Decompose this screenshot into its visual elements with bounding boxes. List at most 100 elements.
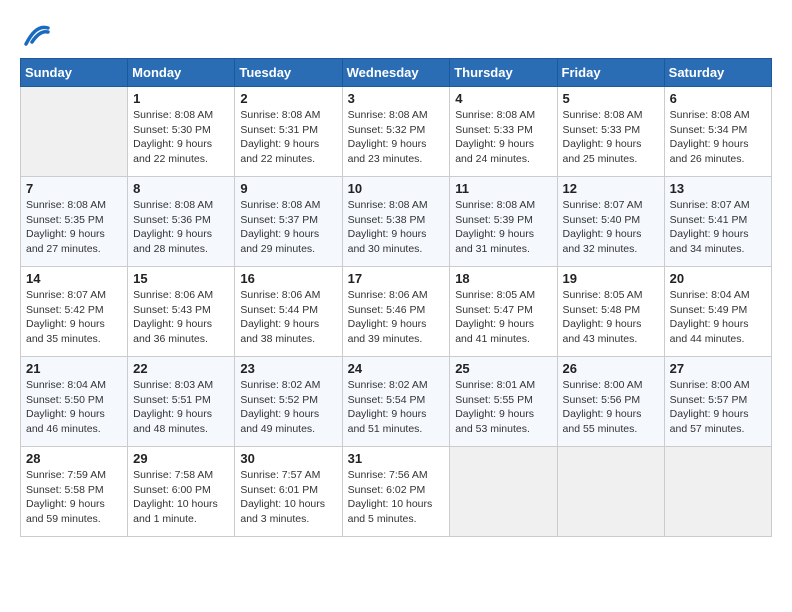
sunset-label: Sunset: 5:55 PM — [455, 394, 533, 406]
calendar-cell — [450, 447, 557, 537]
day-number: 16 — [240, 271, 336, 286]
day-number: 14 — [26, 271, 122, 286]
calendar-cell: 20 Sunrise: 8:04 AM Sunset: 5:49 PM Dayl… — [664, 267, 771, 357]
day-number: 17 — [348, 271, 445, 286]
daylight-label: Daylight: 9 hours and 49 minutes. — [240, 408, 319, 435]
day-info: Sunrise: 8:02 AM Sunset: 5:52 PM Dayligh… — [240, 378, 336, 437]
sunrise-label: Sunrise: 8:08 AM — [133, 199, 213, 211]
day-number: 20 — [670, 271, 766, 286]
page-header — [20, 20, 772, 48]
day-number: 31 — [348, 451, 445, 466]
column-header-thursday: Thursday — [450, 59, 557, 87]
day-info: Sunrise: 8:08 AM Sunset: 5:31 PM Dayligh… — [240, 108, 336, 167]
sunset-label: Sunset: 5:54 PM — [348, 394, 426, 406]
sunrise-label: Sunrise: 8:08 AM — [348, 109, 428, 121]
sunrise-label: Sunrise: 8:08 AM — [455, 109, 535, 121]
calendar-cell: 6 Sunrise: 8:08 AM Sunset: 5:34 PM Dayli… — [664, 87, 771, 177]
day-number: 4 — [455, 91, 551, 106]
calendar-cell: 4 Sunrise: 8:08 AM Sunset: 5:33 PM Dayli… — [450, 87, 557, 177]
sunrise-label: Sunrise: 8:06 AM — [240, 289, 320, 301]
daylight-label: Daylight: 9 hours and 43 minutes. — [563, 318, 642, 345]
day-number: 15 — [133, 271, 229, 286]
calendar-cell: 27 Sunrise: 8:00 AM Sunset: 5:57 PM Dayl… — [664, 357, 771, 447]
daylight-label: Daylight: 9 hours and 35 minutes. — [26, 318, 105, 345]
calendar-cell: 24 Sunrise: 8:02 AM Sunset: 5:54 PM Dayl… — [342, 357, 450, 447]
day-number: 29 — [133, 451, 229, 466]
calendar-cell: 19 Sunrise: 8:05 AM Sunset: 5:48 PM Dayl… — [557, 267, 664, 357]
calendar-table: SundayMondayTuesdayWednesdayThursdayFrid… — [20, 58, 772, 537]
sunrise-label: Sunrise: 8:04 AM — [670, 289, 750, 301]
sunset-label: Sunset: 5:35 PM — [26, 214, 104, 226]
day-info: Sunrise: 8:00 AM Sunset: 5:56 PM Dayligh… — [563, 378, 659, 437]
logo — [20, 20, 50, 48]
daylight-label: Daylight: 9 hours and 26 minutes. — [670, 138, 749, 165]
daylight-label: Daylight: 9 hours and 32 minutes. — [563, 228, 642, 255]
calendar-cell: 30 Sunrise: 7:57 AM Sunset: 6:01 PM Dayl… — [235, 447, 342, 537]
day-number: 24 — [348, 361, 445, 376]
sunset-label: Sunset: 5:52 PM — [240, 394, 318, 406]
sunset-label: Sunset: 5:30 PM — [133, 124, 211, 136]
daylight-label: Daylight: 9 hours and 34 minutes. — [670, 228, 749, 255]
sunset-label: Sunset: 5:37 PM — [240, 214, 318, 226]
sunset-label: Sunset: 5:47 PM — [455, 304, 533, 316]
day-number: 18 — [455, 271, 551, 286]
sunset-label: Sunset: 6:00 PM — [133, 484, 211, 496]
day-info: Sunrise: 7:56 AM Sunset: 6:02 PM Dayligh… — [348, 468, 445, 527]
daylight-label: Daylight: 9 hours and 41 minutes. — [455, 318, 534, 345]
sunrise-label: Sunrise: 7:56 AM — [348, 469, 428, 481]
sunrise-label: Sunrise: 8:03 AM — [133, 379, 213, 391]
calendar-cell: 18 Sunrise: 8:05 AM Sunset: 5:47 PM Dayl… — [450, 267, 557, 357]
sunrise-label: Sunrise: 8:01 AM — [455, 379, 535, 391]
sunset-label: Sunset: 5:58 PM — [26, 484, 104, 496]
calendar-cell: 8 Sunrise: 8:08 AM Sunset: 5:36 PM Dayli… — [128, 177, 235, 267]
day-number: 9 — [240, 181, 336, 196]
day-info: Sunrise: 8:08 AM Sunset: 5:38 PM Dayligh… — [348, 198, 445, 257]
sunrise-label: Sunrise: 8:02 AM — [240, 379, 320, 391]
daylight-label: Daylight: 9 hours and 22 minutes. — [240, 138, 319, 165]
day-info: Sunrise: 8:04 AM Sunset: 5:49 PM Dayligh… — [670, 288, 766, 347]
sunset-label: Sunset: 5:34 PM — [670, 124, 748, 136]
sunset-label: Sunset: 5:33 PM — [563, 124, 641, 136]
daylight-label: Daylight: 9 hours and 29 minutes. — [240, 228, 319, 255]
calendar-cell: 13 Sunrise: 8:07 AM Sunset: 5:41 PM Dayl… — [664, 177, 771, 267]
day-number: 21 — [26, 361, 122, 376]
calendar-cell: 3 Sunrise: 8:08 AM Sunset: 5:32 PM Dayli… — [342, 87, 450, 177]
day-number: 10 — [348, 181, 445, 196]
sunrise-label: Sunrise: 8:06 AM — [348, 289, 428, 301]
sunrise-label: Sunrise: 8:06 AM — [133, 289, 213, 301]
sunset-label: Sunset: 6:01 PM — [240, 484, 318, 496]
day-info: Sunrise: 8:04 AM Sunset: 5:50 PM Dayligh… — [26, 378, 122, 437]
sunrise-label: Sunrise: 8:04 AM — [26, 379, 106, 391]
sunset-label: Sunset: 5:39 PM — [455, 214, 533, 226]
daylight-label: Daylight: 9 hours and 25 minutes. — [563, 138, 642, 165]
sunrise-label: Sunrise: 8:07 AM — [563, 199, 643, 211]
sunset-label: Sunset: 5:48 PM — [563, 304, 641, 316]
day-number: 28 — [26, 451, 122, 466]
daylight-label: Daylight: 9 hours and 57 minutes. — [670, 408, 749, 435]
day-number: 11 — [455, 181, 551, 196]
calendar-cell: 25 Sunrise: 8:01 AM Sunset: 5:55 PM Dayl… — [450, 357, 557, 447]
day-info: Sunrise: 7:57 AM Sunset: 6:01 PM Dayligh… — [240, 468, 336, 527]
sunrise-label: Sunrise: 7:58 AM — [133, 469, 213, 481]
day-info: Sunrise: 7:58 AM Sunset: 6:00 PM Dayligh… — [133, 468, 229, 527]
calendar-header: SundayMondayTuesdayWednesdayThursdayFrid… — [21, 59, 772, 87]
sunrise-label: Sunrise: 8:07 AM — [670, 199, 750, 211]
calendar-cell: 23 Sunrise: 8:02 AM Sunset: 5:52 PM Dayl… — [235, 357, 342, 447]
calendar-cell: 28 Sunrise: 7:59 AM Sunset: 5:58 PM Dayl… — [21, 447, 128, 537]
calendar-cell: 2 Sunrise: 8:08 AM Sunset: 5:31 PM Dayli… — [235, 87, 342, 177]
sunrise-label: Sunrise: 8:08 AM — [563, 109, 643, 121]
daylight-label: Daylight: 10 hours and 3 minutes. — [240, 498, 325, 525]
day-number: 13 — [670, 181, 766, 196]
column-header-saturday: Saturday — [664, 59, 771, 87]
sunrise-label: Sunrise: 8:08 AM — [240, 109, 320, 121]
day-info: Sunrise: 7:59 AM Sunset: 5:58 PM Dayligh… — [26, 468, 122, 527]
day-number: 2 — [240, 91, 336, 106]
calendar-week-4: 21 Sunrise: 8:04 AM Sunset: 5:50 PM Dayl… — [21, 357, 772, 447]
day-info: Sunrise: 8:08 AM Sunset: 5:34 PM Dayligh… — [670, 108, 766, 167]
day-number: 26 — [563, 361, 659, 376]
daylight-label: Daylight: 10 hours and 1 minute. — [133, 498, 218, 525]
column-header-tuesday: Tuesday — [235, 59, 342, 87]
sunset-label: Sunset: 5:46 PM — [348, 304, 426, 316]
day-info: Sunrise: 8:08 AM Sunset: 5:36 PM Dayligh… — [133, 198, 229, 257]
sunrise-label: Sunrise: 8:08 AM — [455, 199, 535, 211]
